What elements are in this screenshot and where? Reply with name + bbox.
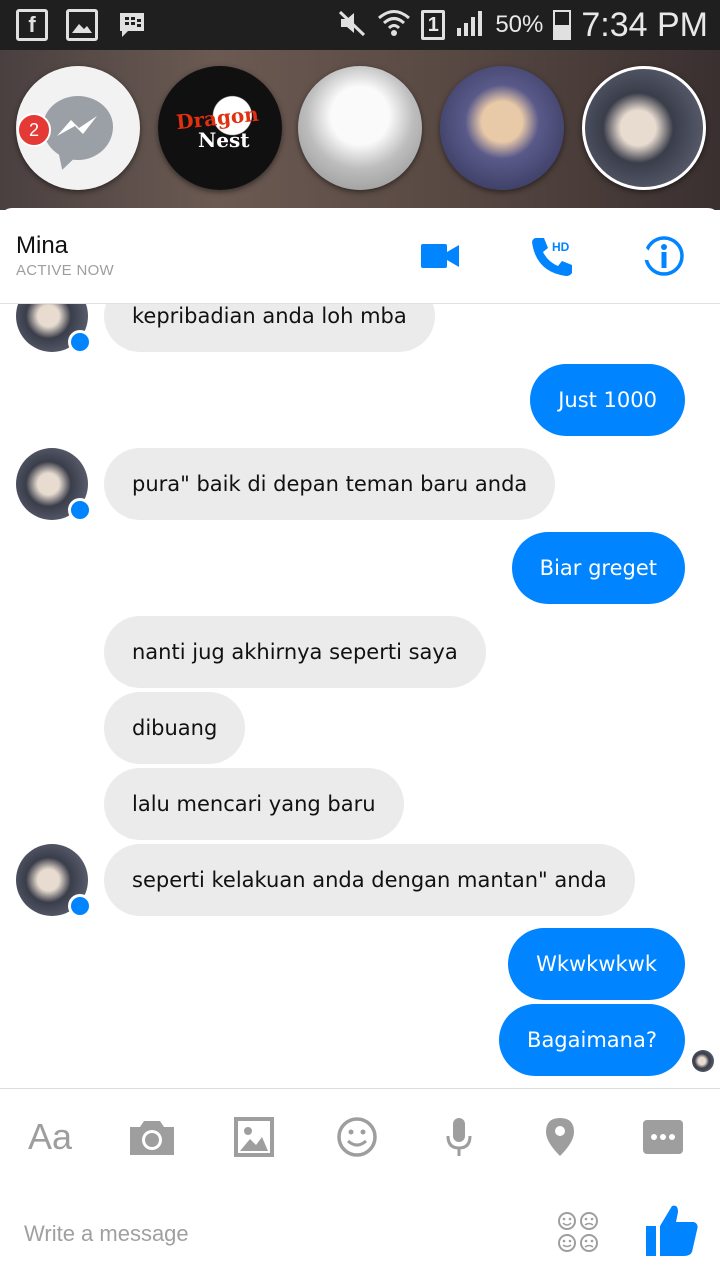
camera-icon (130, 1121, 174, 1155)
message-incoming[interactable]: nanti jug akhirnya seperti saya (104, 616, 486, 688)
message-incoming[interactable]: pura" baik di depan teman baru anda (104, 448, 556, 520)
video-camera-icon (421, 244, 459, 268)
messenger-badge-icon (68, 498, 92, 522)
messenger-icon (43, 96, 113, 160)
hd-label: HD (552, 240, 570, 254)
active-status: ACTIVE NOW (16, 262, 115, 279)
message-outgoing[interactable]: Wkwkwkwk (508, 928, 685, 1000)
more-options-button[interactable] (642, 1115, 684, 1159)
gallery-icon (234, 1117, 274, 1157)
unread-badge: 2 (17, 113, 51, 147)
dragon-nest-logo-text-2: Nest (198, 128, 250, 152)
clock: 7:34 PM (581, 5, 708, 44)
message-incoming[interactable]: dibuang (104, 692, 246, 764)
mina-avatar[interactable] (16, 304, 92, 354)
message-list[interactable]: kepribadian anda loh mba Just 1000 pura"… (0, 304, 720, 1088)
chat-head-mina[interactable] (582, 66, 706, 190)
chat-head-dragon-nest[interactable]: Dragon Nest (158, 66, 282, 190)
thumbs-up-icon (646, 1205, 698, 1256)
video-call-button[interactable] (420, 234, 460, 282)
more-icon (643, 1120, 683, 1154)
text-format-button[interactable]: Aa (28, 1115, 72, 1159)
battery-icon (553, 10, 572, 40)
conversation-header: Mina ACTIVE NOW HD (0, 208, 720, 304)
battery-percent: 50% (495, 11, 544, 38)
stickers-button[interactable] (556, 1210, 600, 1254)
message-composer (0, 1184, 720, 1280)
message-outgoing[interactable]: Bagaimana? (499, 1004, 685, 1076)
signal-icon (455, 8, 485, 42)
bbm-icon (116, 9, 148, 41)
message-incoming[interactable]: seperti kelakuan anda dengan mantan" and… (104, 844, 635, 916)
messenger-badge-icon (68, 330, 92, 354)
message-incoming[interactable]: kepribadian anda loh mba (104, 304, 435, 352)
emoji-button[interactable] (336, 1115, 378, 1159)
voice-call-button[interactable]: HD (530, 234, 574, 282)
message-outgoing[interactable]: Just 1000 (530, 364, 685, 436)
stickers-icon (558, 1212, 598, 1252)
contact-name[interactable]: Mina (16, 232, 68, 260)
seen-receipt-avatar (692, 1050, 714, 1072)
mute-icon (337, 8, 367, 42)
emoji-icon (337, 1117, 377, 1157)
messenger-badge-icon (68, 894, 92, 918)
mina-avatar[interactable] (16, 448, 92, 522)
notification-icons: f (16, 9, 148, 41)
chat-heads-bar: 2 Dragon Nest (0, 50, 720, 260)
message-incoming[interactable]: lalu mencari yang baru (104, 768, 404, 840)
like-button[interactable] (644, 1202, 700, 1262)
wifi-icon (377, 8, 411, 42)
microphone-button[interactable] (444, 1115, 474, 1159)
camera-button[interactable] (128, 1115, 176, 1159)
gallery-button[interactable] (234, 1115, 274, 1159)
system-indicators: 1 50% 7:34 PM (337, 4, 708, 46)
chat-head-anime-boy-purple[interactable] (440, 66, 564, 190)
location-button[interactable] (544, 1115, 576, 1159)
sim-icon: 1 (421, 10, 446, 40)
image-notification-icon (66, 9, 98, 41)
mina-avatar[interactable] (16, 844, 92, 918)
message-input[interactable] (24, 1218, 524, 1250)
composer-toolbar: Aa (0, 1088, 720, 1184)
active-head-pointer (630, 246, 658, 260)
microphone-icon (446, 1118, 472, 1156)
facebook-icon: f (16, 9, 48, 41)
message-outgoing[interactable]: Biar greget (511, 532, 685, 604)
status-bar: f 1 50% 7:34 PM (0, 0, 720, 50)
location-icon (546, 1118, 574, 1156)
chat-head-anime-boy-sketch[interactable] (298, 66, 422, 190)
